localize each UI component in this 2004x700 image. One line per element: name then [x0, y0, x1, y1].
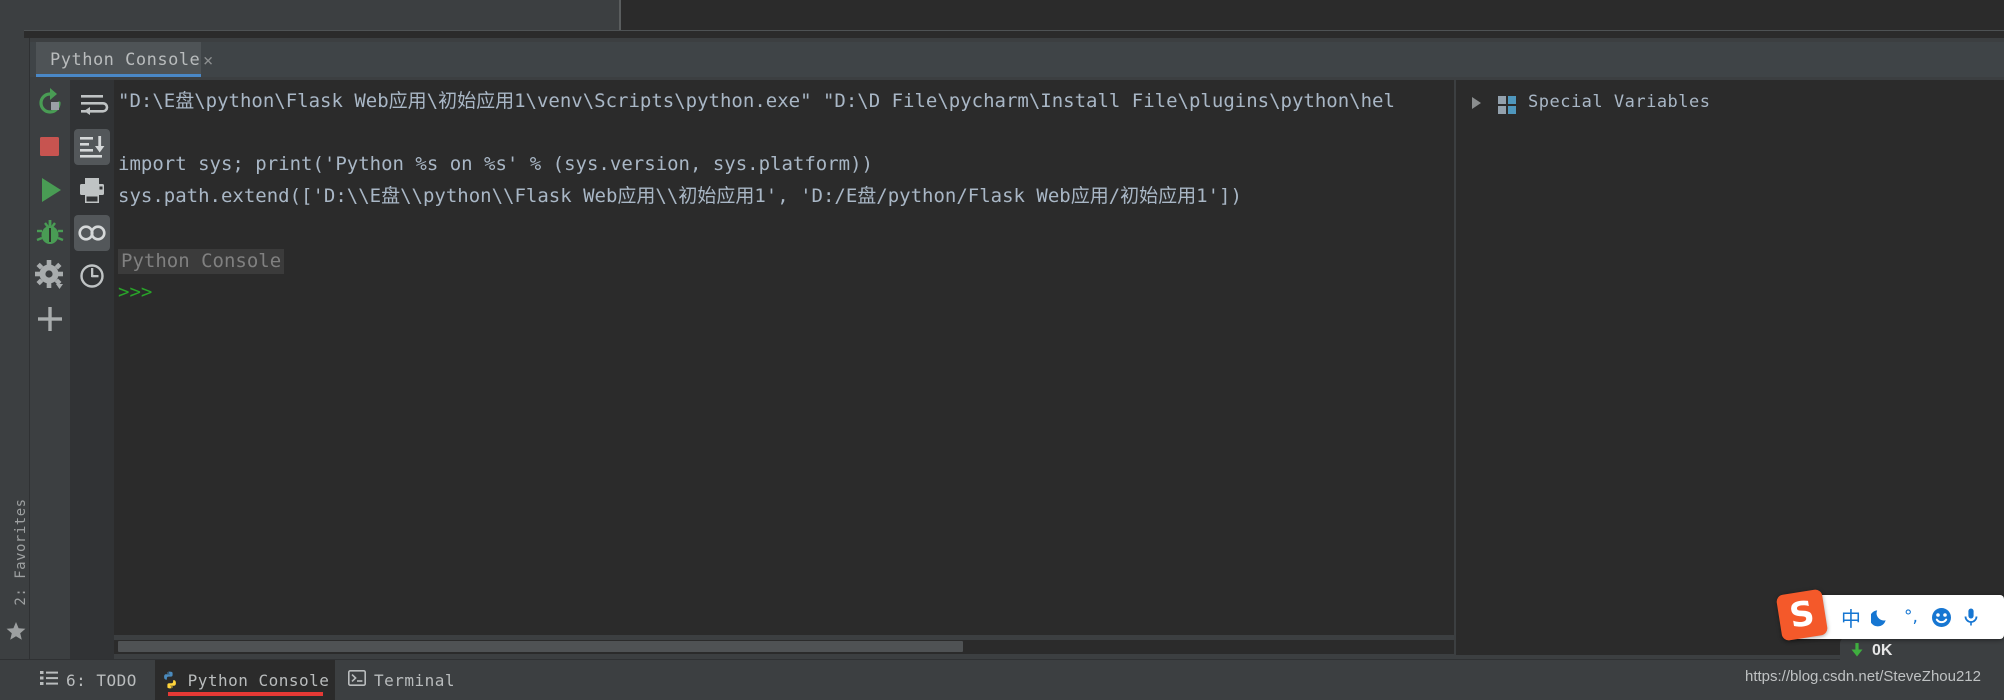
variables-panel [1456, 80, 2004, 655]
editor-remnant-gutter [0, 0, 24, 38]
language-mode-icon[interactable]: 中 [1836, 603, 1866, 632]
editor-remnant-right [621, 0, 2004, 30]
console-prompt[interactable]: >>> [118, 283, 152, 302]
chevron-right-icon[interactable] [1468, 95, 1484, 115]
bottom-button-active-underline [168, 692, 323, 696]
bottom-button-todo[interactable]: 6: TODO [40, 660, 137, 700]
sogou-logo-icon[interactable]: S [1775, 588, 1829, 642]
special-variables-icon [1498, 96, 1516, 114]
console-tab-active-indicator [36, 74, 201, 77]
close-icon[interactable]: × [203, 51, 213, 71]
console-action-toolbar [70, 80, 114, 660]
console-line-syspath: sys.path.extend(['D:\\E盘\\python\\Flask … [118, 185, 1242, 207]
moon-icon[interactable] [1866, 607, 1896, 627]
watermark-url: https://blog.csdn.net/SteveZhou212 [1745, 668, 1981, 685]
terminal-icon [348, 670, 366, 690]
print-icon[interactable] [74, 172, 110, 208]
settings-icon[interactable] [30, 257, 70, 295]
rerun-icon[interactable] [30, 85, 70, 123]
editor-remnant-strip [0, 0, 2004, 38]
editor-tab-underline [24, 30, 2004, 31]
console-line-command: "D:\E盘\python\Flask Web应用\初始应用1\venv\Scr… [118, 90, 1395, 112]
bottom-button-todo-label: 6: TODO [66, 670, 137, 690]
todo-list-icon [40, 670, 58, 690]
scroll-to-end-icon[interactable] [74, 129, 110, 165]
console-banner: Python Console [118, 249, 285, 274]
preview-icon[interactable] [74, 215, 110, 251]
bottom-button-terminal[interactable]: Terminal [348, 660, 455, 700]
console-line-import: import sys; print('Python %s on %s' % (s… [118, 153, 873, 175]
run-icon[interactable] [30, 171, 70, 209]
console-run-toolbar [30, 80, 70, 660]
punctuation-icon[interactable]: °, [1896, 607, 1926, 627]
editor-tab-zone[interactable] [24, 0, 619, 30]
download-popup[interactable]: 0K [1840, 638, 2004, 664]
emoji-icon[interactable] [1926, 607, 1956, 628]
stop-icon[interactable] [30, 128, 70, 166]
python-logo-icon [161, 671, 179, 689]
debug-icon[interactable] [30, 214, 70, 252]
console-banner-wrap: Python Console [118, 249, 285, 274]
download-speed-label: 0K [1872, 642, 1893, 659]
microphone-icon[interactable] [1956, 607, 1986, 627]
special-variables-label: Special Variables [1528, 92, 1711, 112]
console-tab-label: Python Console [50, 50, 201, 70]
console-tab-bar [30, 42, 2004, 77]
plus-icon[interactable] [30, 300, 70, 338]
download-arrow-icon [1850, 642, 1864, 661]
star-icon[interactable] [5, 620, 27, 642]
bottom-button-terminal-label: Terminal [374, 670, 456, 690]
bottom-button-python-console-label: Python Console [187, 670, 330, 690]
editor-tab-divider [619, 0, 621, 30]
console-hscrollbar-thumb[interactable] [118, 641, 963, 652]
soft-wrap-icon[interactable] [74, 86, 110, 122]
history-icon[interactable] [74, 258, 110, 294]
